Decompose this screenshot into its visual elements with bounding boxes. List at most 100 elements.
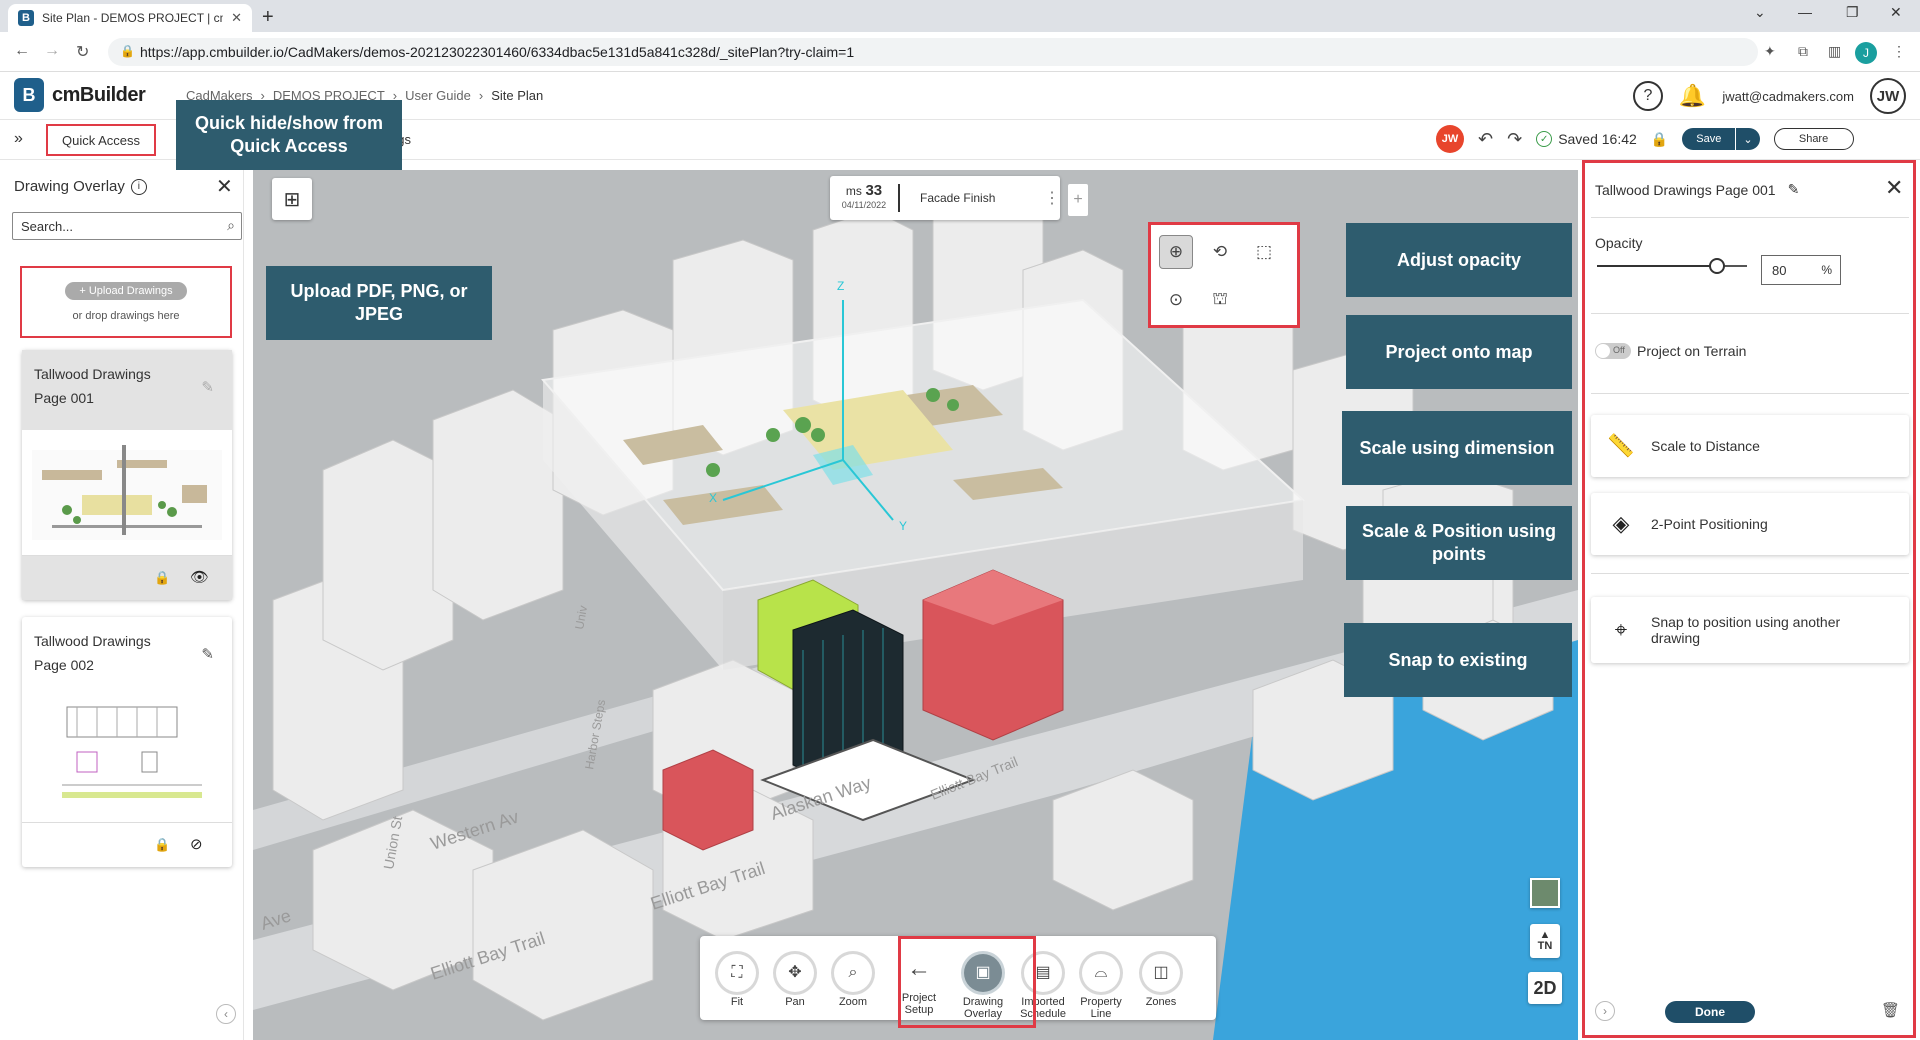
brand-name: cmBuilder bbox=[52, 83, 146, 106]
opacity-slider-fill bbox=[1597, 265, 1717, 267]
restore-icon[interactable]: ❐ bbox=[1846, 4, 1859, 21]
url-field[interactable]: 🔒 https://app.cmbuilder.io/CadMakers/dem… bbox=[108, 38, 1758, 66]
share-button[interactable]: Share bbox=[1773, 128, 1854, 150]
fit-button[interactable]: ⛶ Fit bbox=[708, 936, 766, 1008]
drawing-subtitle: Page 002 bbox=[34, 657, 94, 673]
scale-to-distance-button[interactable]: 📏 Scale to Distance bbox=[1591, 415, 1909, 477]
toolbar-right: JW ↶ ↷ ✓ Saved 16:42 🔒 Save ⌄ Share bbox=[1436, 125, 1854, 153]
drawing-card[interactable]: Tallwood Drawings Page 002 ✎ 🔒 ⊘ bbox=[22, 617, 232, 867]
drawing-thumbnail bbox=[22, 430, 232, 555]
snap-to-position-button[interactable]: ⌖ Snap to position using another drawing bbox=[1591, 597, 1909, 663]
forward-icon[interactable]: → bbox=[44, 42, 60, 60]
toggle-knob bbox=[1596, 344, 1610, 358]
check-icon: ✓ bbox=[1536, 131, 1553, 147]
close-icon[interactable]: ✕ bbox=[216, 174, 233, 199]
rotate-tool-icon[interactable]: ⟲ bbox=[1203, 235, 1237, 269]
tree-icon: ⊞ bbox=[283, 188, 301, 211]
layer-tree-button[interactable]: ⊞ bbox=[272, 178, 312, 220]
pivot-tool-icon[interactable]: ⊙ bbox=[1159, 283, 1193, 317]
zoom-button[interactable]: ⌕ Zoom bbox=[824, 936, 882, 1008]
browser-tab[interactable]: B Site Plan - DEMOS PROJECT | cm ✕ bbox=[8, 4, 252, 32]
north-label: TN bbox=[1537, 940, 1553, 952]
menu-dots-icon[interactable]: ⋮ bbox=[1892, 43, 1906, 60]
favicon-icon: B bbox=[18, 10, 34, 26]
bell-icon[interactable]: 🔔 bbox=[1679, 83, 1706, 109]
new-tab-icon[interactable]: + bbox=[262, 6, 274, 29]
schedule-widget[interactable]: ms 33 04/11/2022 Facade Finish ⋮ bbox=[830, 176, 1060, 220]
lock-icon[interactable]: 🔒 bbox=[1651, 131, 1668, 148]
drawing-title: Tallwood Drawings bbox=[34, 633, 151, 649]
quick-access-button[interactable]: Quick Access bbox=[46, 124, 156, 156]
save-button[interactable]: Save bbox=[1682, 128, 1736, 150]
address-bar: ← → ↻ 🔒 https://app.cmbuilder.io/CadMake… bbox=[0, 32, 1920, 72]
divider bbox=[1591, 393, 1909, 394]
trash-icon[interactable]: 🗑 bbox=[1881, 1001, 1900, 1019]
callout-quick-access: Quick hide/show from Quick Access bbox=[176, 100, 402, 170]
pan-button[interactable]: ✥ Pan bbox=[766, 936, 824, 1008]
expand-panel-icon[interactable]: » bbox=[14, 130, 23, 148]
lock-icon[interactable]: 🔒 bbox=[154, 837, 170, 853]
eye-off-icon[interactable]: ⊘ bbox=[190, 835, 203, 853]
scale-to-distance-label: Scale to Distance bbox=[1651, 438, 1760, 454]
panel-title-text: Drawing Overlay bbox=[14, 178, 125, 195]
slider-handle[interactable] bbox=[1709, 258, 1725, 274]
puzzle-icon[interactable]: ⧉ bbox=[1798, 43, 1808, 60]
minimize-icon[interactable]: — bbox=[1798, 4, 1812, 20]
chevron-down-icon[interactable]: ⌄ bbox=[1754, 4, 1766, 21]
user-badge[interactable]: JW bbox=[1436, 125, 1464, 153]
property-line-button[interactable]: ⌓ Property Line bbox=[1072, 936, 1130, 1020]
callout-snap: Snap to existing bbox=[1344, 623, 1572, 697]
more-options-icon[interactable]: ⋮ bbox=[1044, 188, 1060, 208]
profile-avatar[interactable]: J bbox=[1855, 42, 1877, 64]
lock-icon[interactable]: 🔒 bbox=[154, 570, 170, 586]
chevron-right-icon[interactable]: › bbox=[1595, 1001, 1615, 1021]
callout-scale-dimension: Scale using dimension bbox=[1342, 411, 1572, 485]
view-mode-button[interactable]: 2D bbox=[1528, 972, 1562, 1004]
opacity-input[interactable]: 80 % bbox=[1761, 255, 1841, 285]
reload-icon[interactable]: ↻ bbox=[76, 42, 89, 62]
help-icon[interactable]: ? bbox=[1632, 81, 1663, 111]
two-point-positioning-label: 2-Point Positioning bbox=[1651, 516, 1768, 532]
add-schedule-icon[interactable]: + bbox=[1068, 184, 1088, 216]
project-on-terrain-toggle[interactable]: Off bbox=[1595, 343, 1631, 359]
close-tab-icon[interactable]: ✕ bbox=[231, 10, 242, 26]
edit-icon[interactable]: ✎ bbox=[1788, 181, 1800, 198]
save-dropdown-icon[interactable]: ⌄ bbox=[1735, 128, 1760, 150]
callout-project-map: Project onto map bbox=[1346, 315, 1572, 389]
zones-label: Zones bbox=[1145, 996, 1177, 1008]
eye-icon[interactable]: 👁 bbox=[190, 568, 209, 586]
zones-button[interactable]: ◫ Zones bbox=[1132, 936, 1190, 1008]
extensions-icon[interactable]: ✦ bbox=[1764, 43, 1776, 60]
edit-icon[interactable]: ✎ bbox=[201, 643, 214, 667]
upload-drawings-button[interactable]: + Upload Drawings bbox=[65, 282, 187, 300]
two-point-positioning-button[interactable]: ◈ 2-Point Positioning bbox=[1591, 493, 1909, 555]
close-window-icon[interactable]: ✕ bbox=[1890, 4, 1902, 21]
move-tool-icon[interactable]: ⊕ bbox=[1159, 235, 1193, 269]
collapse-panel-icon[interactable]: ‹ bbox=[216, 1004, 236, 1024]
pan-icon: ✥ bbox=[776, 954, 814, 992]
breadcrumb-item[interactable]: User Guide bbox=[405, 88, 471, 103]
elevation-tool-icon[interactable]: ⛫ bbox=[1203, 283, 1237, 317]
satellite-toggle[interactable] bbox=[1530, 878, 1560, 908]
tab-title: Site Plan - DEMOS PROJECT | cm bbox=[42, 11, 224, 25]
sidepanel-icon[interactable]: ▥ bbox=[1828, 43, 1841, 60]
undo-icon[interactable]: ↶ bbox=[1478, 129, 1493, 150]
panel-title: Tallwood Drawings Page 001 ✎ bbox=[1595, 181, 1799, 198]
done-button[interactable]: Done bbox=[1665, 1001, 1755, 1023]
app-logo[interactable]: B cmBuilder bbox=[14, 78, 146, 112]
opacity-unit: % bbox=[1821, 263, 1832, 277]
north-button[interactable]: ▲ TN bbox=[1530, 924, 1560, 958]
info-icon[interactable]: i bbox=[130, 178, 147, 195]
drawing-card[interactable]: Tallwood Drawings Page 001 ✎ 🔒 👁 bbox=[22, 350, 232, 600]
back-icon[interactable]: ← bbox=[14, 42, 30, 60]
opacity-slider[interactable] bbox=[1597, 258, 1747, 274]
search-input[interactable]: Search... ⌕ bbox=[12, 212, 242, 240]
close-icon[interactable]: ✕ bbox=[1885, 175, 1903, 201]
redo-icon[interactable]: ↷ bbox=[1507, 129, 1522, 150]
scale-tool-icon[interactable]: ⬚ bbox=[1247, 235, 1281, 269]
upload-dropzone[interactable]: + Upload Drawings or drop drawings here bbox=[20, 266, 232, 338]
schedule-task: Facade Finish bbox=[920, 191, 996, 205]
edit-icon[interactable]: ✎ bbox=[201, 376, 214, 400]
breadcrumb-current: Site Plan bbox=[491, 88, 544, 103]
user-avatar[interactable]: JW bbox=[1870, 78, 1906, 114]
